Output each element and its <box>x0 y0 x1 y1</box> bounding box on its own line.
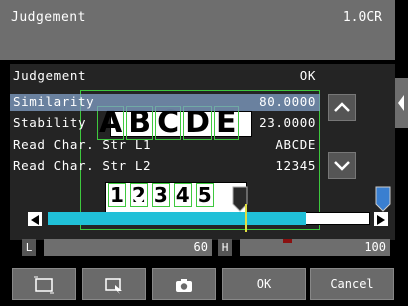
char-box: 3 <box>151 183 170 207</box>
title-right-label: 1.0CR <box>342 10 382 25</box>
result-row-stability[interactable]: Stability 23.0000 <box>10 115 320 132</box>
threshold-slider-fill <box>48 212 306 225</box>
result-value: OK <box>299 68 316 83</box>
chevron-up-icon <box>334 102 350 112</box>
camera-icon <box>176 278 192 292</box>
arrow-left-icon <box>31 215 39 225</box>
scroll-down-button[interactable] <box>328 152 356 179</box>
result-value: 12345 <box>275 158 316 173</box>
result-label: Read Char. Str L1 <box>13 137 152 152</box>
result-row-similarity[interactable]: Similarity 80.0000 <box>10 94 320 111</box>
result-label: Read Char. Str L2 <box>13 158 152 173</box>
ok-button[interactable]: OK <box>222 268 306 300</box>
triangle-marker-icon <box>132 197 146 205</box>
high-threshold-handle[interactable] <box>375 186 391 212</box>
high-tag: H <box>218 239 232 256</box>
frame-icon <box>34 276 54 293</box>
result-row-judgement[interactable]: Judgement OK <box>10 68 320 85</box>
result-value: 80.0000 <box>259 94 316 109</box>
high-value-field[interactable]: 100 <box>240 239 390 256</box>
frame-button[interactable] <box>12 268 76 300</box>
cancel-button[interactable]: Cancel <box>310 268 394 300</box>
char-box: 4 <box>173 183 192 207</box>
side-panel-tab[interactable] <box>395 78 408 128</box>
camera-button[interactable] <box>152 268 216 300</box>
result-label: Stability <box>13 115 87 130</box>
chevron-down-icon <box>334 161 350 171</box>
result-value: 23.0000 <box>259 115 316 130</box>
chevron-left-icon <box>398 95 404 111</box>
result-row-read-l2[interactable]: Read Char. Str L2 12345 <box>10 158 320 175</box>
char-box: 5 <box>195 183 214 207</box>
char-box: 1 <box>108 183 126 207</box>
slider-left-button[interactable] <box>28 212 42 226</box>
zoom-select-icon <box>105 277 122 294</box>
low-tag: L <box>22 239 36 256</box>
result-label: Similarity <box>13 94 95 109</box>
line2-chars: 1 2 3 4 5 <box>108 183 214 207</box>
low-value-field[interactable]: 60 <box>44 239 212 256</box>
result-value: ABCDE <box>275 137 316 152</box>
range-indicator <box>283 239 292 243</box>
slider-right-button[interactable] <box>374 212 388 226</box>
title-bar: Judgement 1.0CR <box>0 0 395 60</box>
zoom-select-button[interactable] <box>82 268 146 300</box>
page-title: Judgement <box>11 10 86 25</box>
scroll-up-button[interactable] <box>328 94 356 121</box>
result-label: Judgement <box>13 68 87 83</box>
current-value-marker <box>245 204 247 232</box>
arrow-right-icon <box>377 215 385 225</box>
result-row-read-l1[interactable]: Read Char. Str L1 ABCDE <box>10 137 320 154</box>
